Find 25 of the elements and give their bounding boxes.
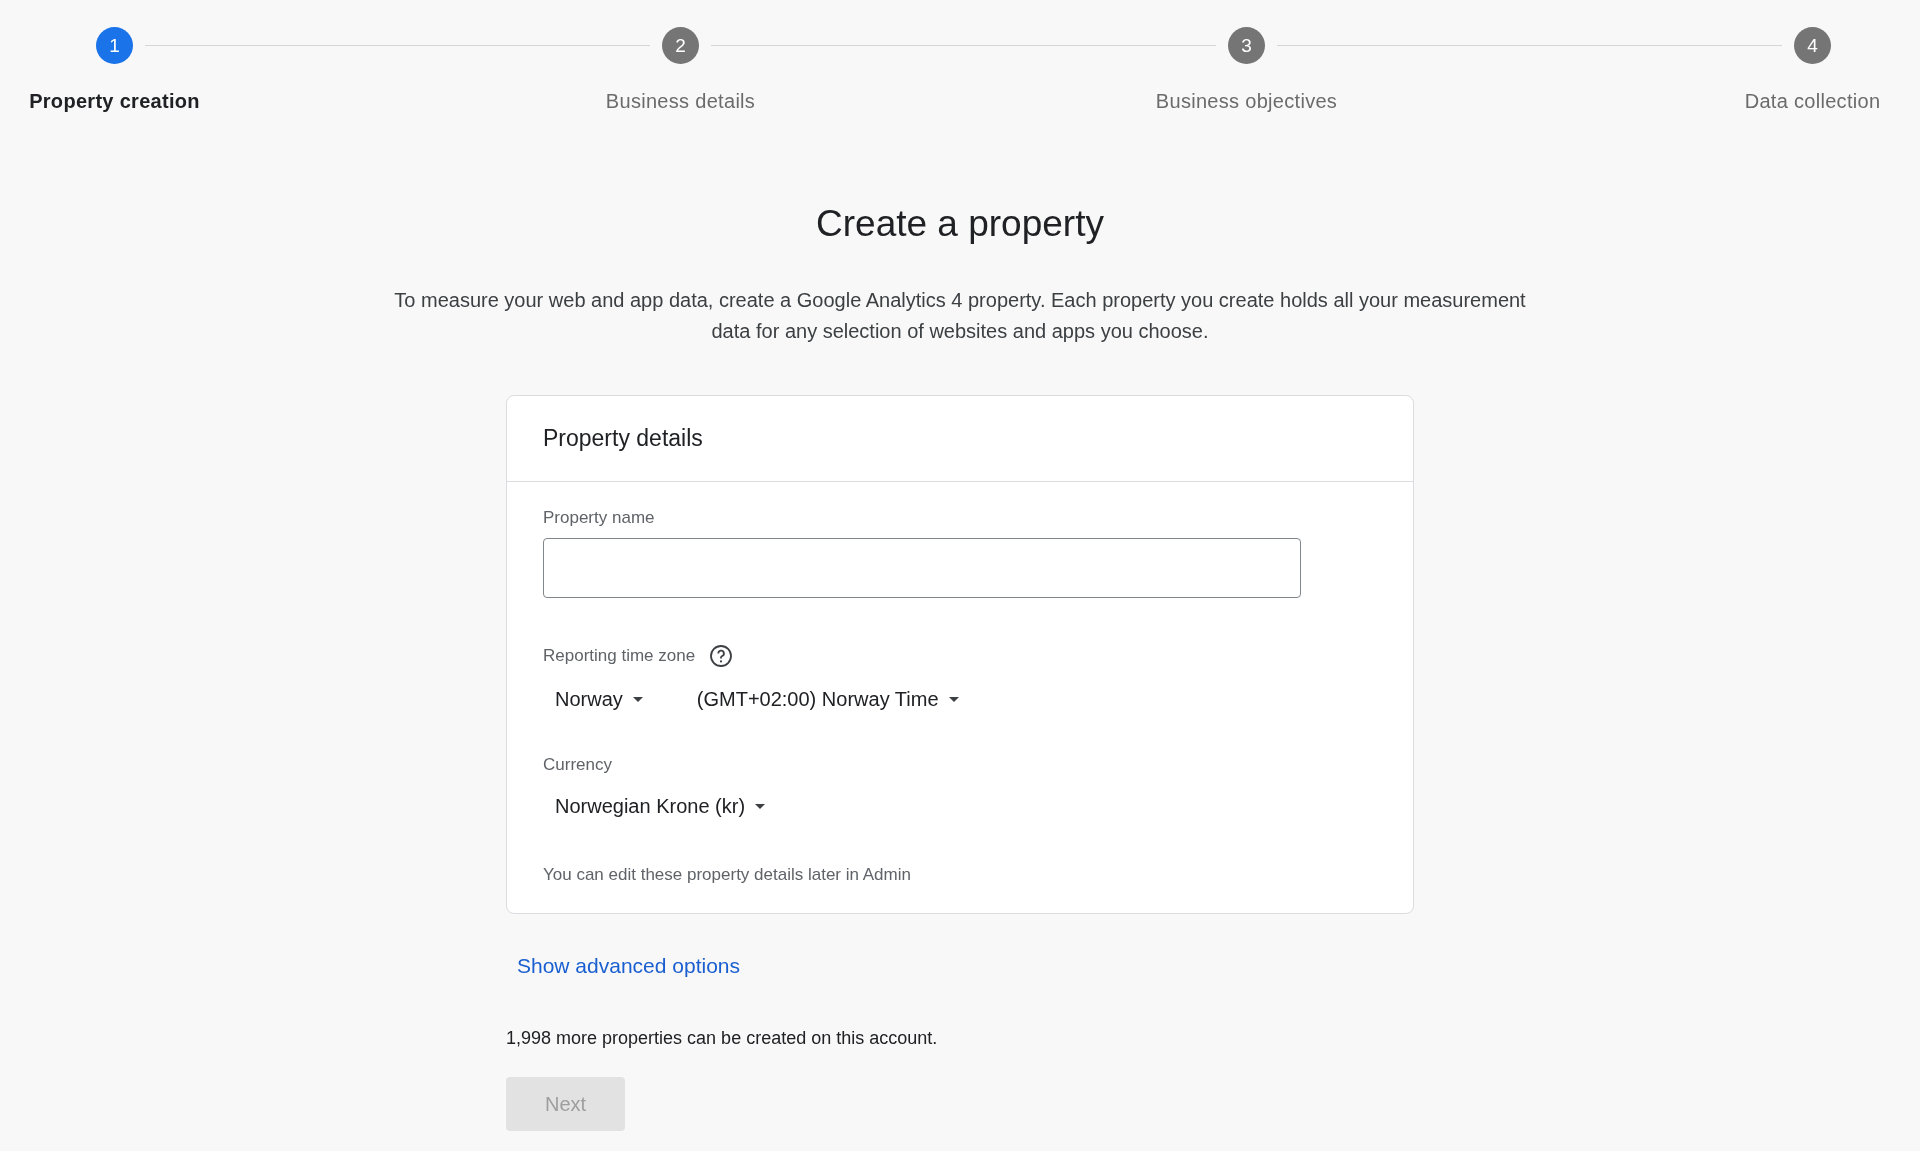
country-dropdown[interactable]: Norway	[543, 682, 655, 717]
show-advanced-options-link[interactable]: Show advanced options	[517, 954, 740, 978]
page-heading: Create a property	[816, 203, 1104, 245]
step-label[interactable]: Business objectives	[1155, 90, 1338, 113]
currency-dropdown[interactable]: Norwegian Krone (kr)	[543, 789, 778, 824]
step-label[interactable]: Data collection	[1744, 90, 1881, 113]
quota-text: 1,998 more properties can be created on this account.	[506, 1028, 938, 1049]
card-title: Property details	[543, 425, 703, 452]
caret-icon	[632, 697, 643, 702]
step-number: 2	[662, 27, 699, 64]
step-label[interactable]: Business details	[605, 90, 756, 113]
field-label: Property name	[543, 508, 655, 528]
step-number: 1	[96, 27, 133, 64]
property-name-field[interactable]	[543, 538, 1301, 598]
caret-icon	[948, 697, 959, 702]
step-number: 4	[1794, 27, 1831, 64]
help-icon[interactable]	[709, 644, 734, 668]
field-label: Reporting time zone	[543, 646, 696, 666]
time-zone-dropdown[interactable]: (GMT+02:00) Norway Time	[684, 682, 971, 717]
field-label: Currency	[543, 755, 612, 775]
step-number: 3	[1228, 27, 1265, 64]
caret-icon	[755, 804, 766, 809]
step-label[interactable]: Property creation	[29, 90, 200, 113]
intro-paragraph: To measure your web and app data, create a Google Analytics 4 property. Each property you create holds all your measurement data for any selection of websites and apps you choose.	[393, 288, 1527, 344]
hint-text: You can edit these property details later in Admin	[543, 865, 911, 885]
